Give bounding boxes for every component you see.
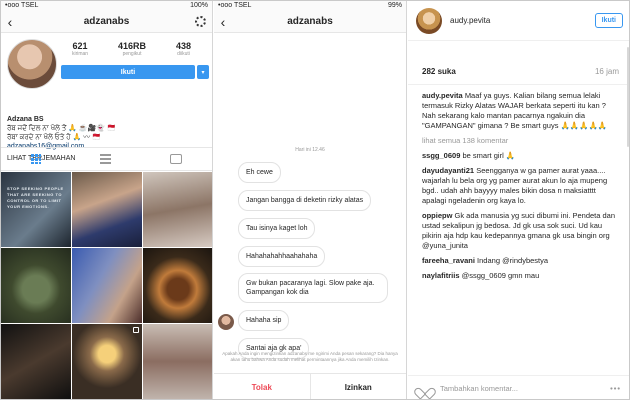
stat-posts-label: kiriman: [71, 51, 89, 57]
comment-item: dayudayanti21 Seengganya w ga pamer aura…: [422, 166, 619, 206]
comments-scrollbar[interactable]: [627, 47, 629, 147]
photo-tile[interactable]: [143, 172, 212, 247]
grid-view-icon[interactable]: [30, 154, 41, 164]
profile-stats: 621 kiriman 416RB pengikut 438 diikuti: [57, 39, 206, 89]
follow-button[interactable]: Ikuti: [594, 13, 623, 28]
comment-item: oppiepw Gk ada manusia yg suci dibumi in…: [422, 211, 619, 251]
tagged-photos-icon[interactable]: [170, 154, 183, 164]
chat-timestamp: Hari ini 12.46: [295, 147, 325, 153]
battery-label: 100%: [190, 2, 208, 9]
photo-tile[interactable]: [143, 324, 212, 399]
post-comments-screen: audy.pevita Ikuti 282 suka 16 jam audy.p…: [408, 1, 629, 399]
list-view-icon[interactable]: [99, 154, 111, 164]
stat-posts-value: 621: [72, 41, 88, 51]
message-bubble: Tau isinya kaget loh: [238, 218, 316, 239]
back-icon[interactable]: ‹: [214, 14, 232, 30]
stat-following-label: diikuti: [177, 51, 190, 57]
profile-header: 621 kiriman 416RB pengikut 438 diikuti: [1, 33, 212, 89]
profile-nav-bar: ‹ adzanabs: [1, 11, 212, 33]
message-request-text: Apakah Anda ingin mengizinkan adzanabs m…: [222, 351, 398, 362]
follow-button[interactable]: Ikuti: [61, 65, 195, 79]
stat-followers-label: pengikut: [122, 51, 142, 57]
profile-username-title: adzanabs: [83, 16, 130, 27]
comment-text: Indang @rindybestya: [477, 256, 549, 265]
chat-nav-bar: ‹ adzanabs: [214, 11, 406, 33]
photo-tile[interactable]: [143, 248, 212, 323]
post-time: 16 jam: [594, 67, 619, 76]
photo-tile[interactable]: [72, 248, 142, 323]
more-options-icon[interactable]: •••: [610, 384, 621, 393]
video-icon: [133, 327, 139, 333]
comment-username[interactable]: oppiepw: [422, 211, 452, 220]
message-request-actions: Tolak Izinkan: [214, 373, 407, 399]
caption-username[interactable]: audy.pevita: [422, 91, 463, 100]
screenshot-collage: •ooo TSEL 100% ‹ adzanabs 621 kiriman 41…: [0, 0, 630, 400]
comment-username[interactable]: naylafitriis: [422, 271, 460, 280]
post-meta: 282 suka 16 jam: [408, 41, 629, 85]
profile-avatar[interactable]: [7, 39, 57, 89]
battery-label: 99%: [387, 2, 402, 9]
message-list: Eh cewe Jangan bangga di deketin rizky a…: [214, 161, 406, 365]
bio-line-1: ਰੱਬ ਜਦੋਂ ਦਿਲ ਨਾ ਖੋਲੇ ਤੋਂ 🙏 ☕🎥👻 🇲🇨: [7, 125, 116, 132]
message-bubble: Hahahahahhaahahaha: [238, 246, 326, 267]
comment-item: naylafitriis @ssgg_0609 gmn mau: [422, 271, 619, 281]
add-comment-bar: Tambahkan komentar... •••: [408, 375, 629, 399]
like-count[interactable]: 282 suka: [422, 67, 456, 76]
bio-line-2: ਰੱਬਾ ਕਰਦੇ ਨਾ ਖੋਲੇ ਓਤੇ ਹੋ 🙏 〰 🇲🇨: [7, 134, 101, 141]
allow-button[interactable]: Izinkan: [311, 374, 407, 399]
comment-username[interactable]: fareeha_ravani: [422, 256, 475, 265]
message-bubble: Gw bukan pacaranya lagi. Slow pake aja. …: [238, 273, 388, 303]
profile-screen: •ooo TSEL 100% ‹ adzanabs 621 kiriman 41…: [1, 1, 213, 399]
add-comment-input[interactable]: Tambahkan komentar...: [440, 384, 518, 393]
comment-username[interactable]: dayudayanti21: [422, 166, 474, 175]
follow-bar: Ikuti ▾: [61, 65, 209, 79]
stat-followers-value: 416RB: [118, 41, 147, 51]
view-all-comments-link[interactable]: lihat semua 138 komentar: [422, 136, 619, 146]
photo-tile[interactable]: [72, 172, 142, 247]
status-bar: •ooo TSEL 99%: [214, 1, 406, 11]
stat-following-value: 438: [175, 41, 192, 51]
photo-tile[interactable]: STOP SEEKING PEOPLE THAT ARE SEEKING TO …: [1, 172, 71, 247]
message-bubble: Hahaha sip: [238, 310, 290, 331]
message-bubble: Eh cewe: [238, 162, 281, 183]
photo-tile[interactable]: [1, 248, 71, 323]
photo-tile[interactable]: [72, 324, 142, 399]
direct-message-screen: •ooo TSEL 99% ‹ adzanabs Hari ini 12.46 …: [214, 1, 407, 399]
post-author-avatar[interactable]: [416, 7, 442, 34]
comment-list: audy.pevita Maaf ya guys. Kalian bilang …: [408, 91, 629, 281]
photo-quote-text: STOP SEEKING PEOPLE THAT ARE SEEKING TO …: [7, 186, 64, 209]
comment-item: ssgg_0609 be smart girl 🙏: [422, 151, 619, 161]
comment-username[interactable]: ssgg_0609: [422, 151, 460, 160]
back-icon[interactable]: ‹: [1, 14, 19, 30]
sender-avatar: [218, 314, 234, 330]
comment-item: fareeha_ravani Indang @rindybestya: [422, 256, 619, 266]
options-icon[interactable]: [195, 16, 206, 27]
caption: audy.pevita Maaf ya guys. Kalian bilang …: [422, 91, 619, 131]
status-bar: •ooo TSEL 100%: [1, 1, 212, 11]
comment-text: @ssgg_0609 gmn mau: [461, 271, 540, 280]
bio-name: Adzana BS: [7, 116, 44, 123]
suggestions-dropdown-button[interactable]: ▾: [197, 65, 209, 79]
post-header: audy.pevita Ikuti: [408, 1, 629, 41]
post-author-username[interactable]: audy.pevita: [450, 16, 595, 25]
heart-icon[interactable]: [418, 383, 430, 394]
comment-text: be smart girl 🙏: [462, 151, 516, 160]
message-bubble: Jangan bangga di deketin rizky alatas: [238, 190, 372, 211]
profile-tabs: [1, 147, 212, 171]
decline-button[interactable]: Tolak: [214, 374, 311, 399]
carrier-label: •ooo TSEL: [218, 2, 252, 9]
photo-tile[interactable]: [1, 324, 71, 399]
chat-username-title: adzanabs: [287, 16, 333, 27]
photo-grid: STOP SEEKING PEOPLE THAT ARE SEEKING TO …: [1, 172, 212, 399]
carrier-label: •ooo TSEL: [5, 2, 39, 9]
